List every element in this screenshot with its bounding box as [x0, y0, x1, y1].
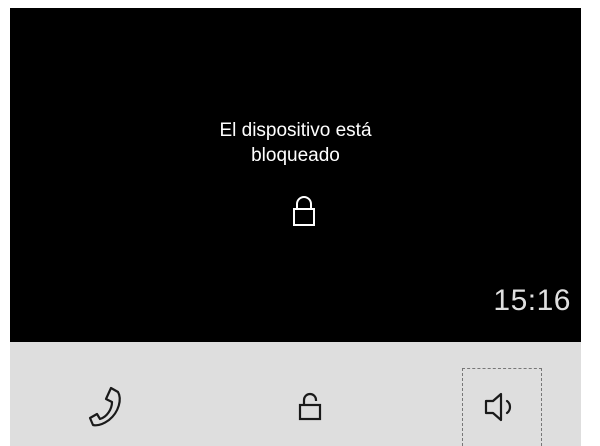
locked-message: El dispositivo está bloqueado — [10, 118, 581, 168]
lock-open-icon — [298, 392, 322, 421]
lock-closed-icon — [292, 195, 316, 229]
call-button[interactable] — [76, 368, 156, 446]
bottom-toolbar — [10, 342, 581, 446]
lock-screen: El dispositivo está bloqueado 15:16 — [10, 8, 581, 342]
clock-time: 15:16 — [493, 284, 571, 317]
speaker-button[interactable] — [462, 368, 542, 446]
speaker-icon — [484, 392, 512, 422]
unlock-button[interactable] — [270, 368, 350, 446]
locked-message-line1: El dispositivo está — [219, 120, 372, 141]
device-frame: El dispositivo está bloqueado 15:16 — [0, 0, 600, 446]
phone-handset-icon — [88, 386, 121, 427]
locked-message-line2: bloqueado — [251, 145, 340, 166]
